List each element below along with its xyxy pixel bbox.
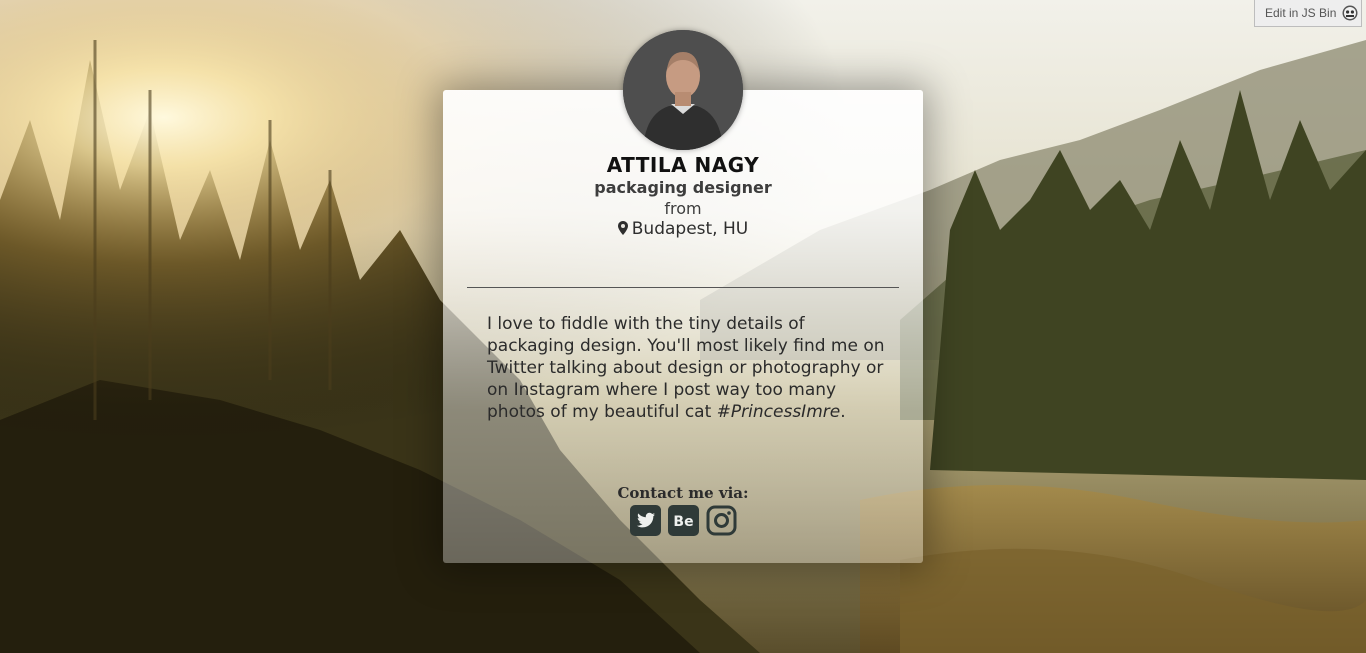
bio-text: I love to fiddle with the tiny details o… [487,313,887,423]
jsbin-logo-icon [1342,5,1358,21]
location-text: Budapest, HU [631,219,749,239]
from-label: from [664,199,702,218]
instagram-icon [706,505,736,536]
avatar [623,30,743,150]
instagram-link[interactable] [706,505,737,536]
social-links: Be [443,505,923,536]
contact-label: Contact me via: [617,484,749,502]
profile-name: ATTILA NAGY [606,153,760,177]
bio-end: . [840,402,846,422]
divider [467,287,899,288]
bio-hashtag: #PrincessImre [716,402,841,422]
behance-icon: Be [667,505,699,536]
edit-in-jsbin-label: Edit in JS Bin [1265,6,1337,20]
behance-link[interactable]: Be [667,505,699,536]
twitter-icon [629,505,661,536]
map-pin-icon [617,221,628,235]
edit-in-jsbin-button[interactable]: Edit in JS Bin [1254,0,1362,27]
avatar-photo [623,30,743,150]
svg-text:Be: Be [673,514,693,530]
profile-role: packaging designer [594,178,772,197]
profile-location: Budapest, HU [443,219,923,239]
twitter-link[interactable] [629,505,661,536]
